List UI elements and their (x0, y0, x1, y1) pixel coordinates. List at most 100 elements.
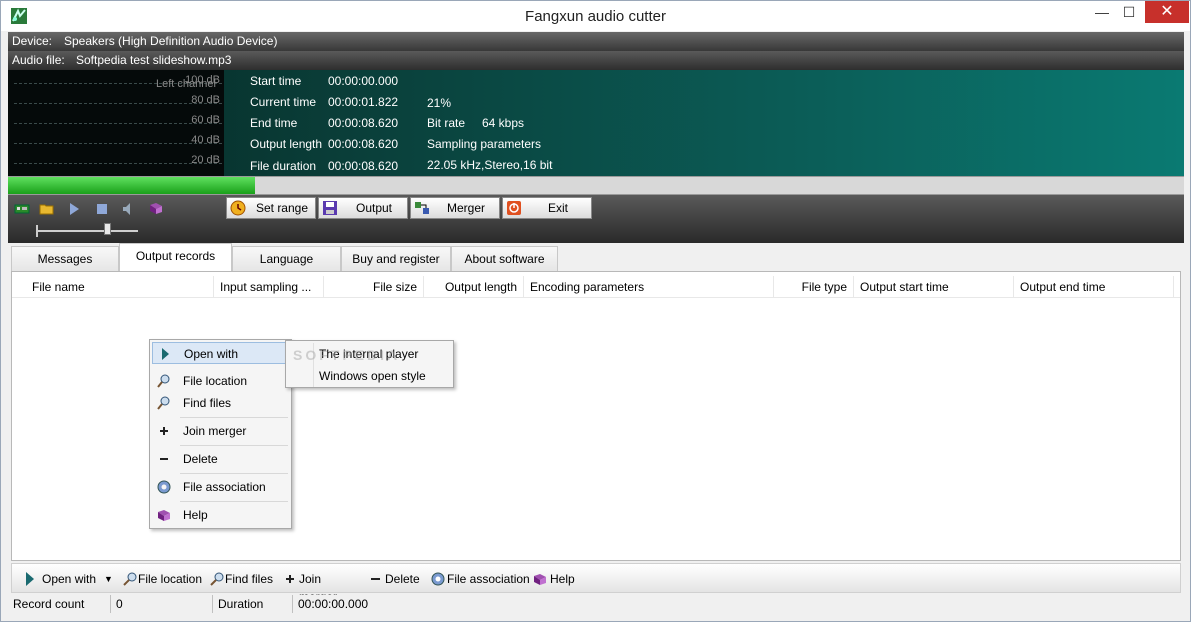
duration-label: Duration (213, 595, 293, 613)
output-button[interactable]: Output (318, 197, 408, 219)
end-time-label: End time (250, 116, 298, 130)
merger-button[interactable]: Merger (410, 197, 500, 219)
set-range-label: Set range (255, 201, 309, 215)
bottom-file-association-button[interactable]: File association (430, 570, 530, 588)
device-label: Device: (12, 34, 53, 48)
tab-language[interactable]: Language (232, 246, 341, 271)
help-book-icon[interactable] (148, 201, 164, 217)
bottom-toolbar: Open with ▼ File location Find files Joi… (11, 563, 1181, 604)
column-encoding-parameters[interactable]: Encoding parameters (524, 276, 774, 298)
gear-icon (157, 480, 171, 494)
menu-label: Delete (183, 452, 218, 466)
menu-label: Join merger (183, 424, 247, 438)
play-arrow-icon (26, 572, 34, 586)
record-count-value: 0 (111, 595, 213, 613)
bottom-open-with-button[interactable]: Open with ▼ (22, 570, 122, 588)
sound-card-icon[interactable] (14, 201, 30, 217)
tab-buy-and-register[interactable]: Buy and register (341, 246, 451, 271)
submenu-item-windows-open-style[interactable]: Windows open style (288, 365, 451, 387)
menu-item-join-merger[interactable]: Join merger (152, 420, 289, 442)
stop-icon[interactable] (94, 201, 110, 217)
sampling-label: Sampling parameters (427, 137, 542, 151)
volume-slider[interactable] (38, 230, 138, 232)
exit-label: Exit (547, 201, 568, 215)
bottom-delete-button[interactable]: Delete (368, 570, 423, 588)
output-length-label: Output length (250, 137, 323, 151)
menu-label: Help (183, 508, 208, 522)
output-label: Output (355, 201, 393, 215)
app-window: Fangxun audio cutter — ☐ ✕ Device: Speak… (0, 0, 1191, 622)
sampling-value: 22.05 kHz,Stereo,16 bit (427, 158, 553, 172)
context-menu: Open with File location Find files Join … (149, 339, 292, 529)
help-book-icon (158, 510, 170, 521)
menu-item-find-files[interactable]: Find files (152, 392, 289, 414)
start-time-label: Start time (250, 74, 302, 88)
open-folder-icon[interactable] (39, 201, 55, 217)
close-button[interactable]: ✕ (1145, 1, 1189, 23)
audio-file-label: Audio file: (12, 53, 65, 67)
bottom-label: Help (550, 572, 575, 586)
bottom-file-location-button[interactable]: File location (122, 570, 212, 588)
menu-separator (180, 445, 288, 446)
column-file-size[interactable]: File size (324, 276, 424, 298)
record-count-label: Record count (8, 595, 111, 613)
play-arrow-icon (162, 348, 169, 360)
magnifier-icon (157, 396, 170, 410)
column-output-length[interactable]: Output length (424, 276, 524, 298)
menu-item-file-location[interactable]: File location (152, 370, 289, 392)
progress-fill (8, 177, 255, 194)
menu-separator (180, 501, 288, 502)
minimize-button[interactable]: — (1087, 1, 1117, 23)
bottom-find-files-button[interactable]: Find files (209, 570, 279, 588)
bottom-label: Find files (225, 572, 274, 586)
audio-file-bar: Audio file: Softpedia test slideshow.mp3 (8, 51, 1184, 70)
bit-rate-label: Bit rate (427, 116, 466, 130)
audio-file-value: Softpedia test slideshow.mp3 (76, 53, 232, 67)
menu-item-help[interactable]: Help (152, 504, 289, 526)
channel-label: Left channel (156, 78, 216, 90)
status-bar: Record count 0 Duration 00:00:00.000 (8, 595, 1184, 613)
bottom-join-merger-button[interactable]: Join merger (282, 570, 362, 604)
plus-icon (160, 427, 168, 435)
merger-label: Merger (446, 201, 485, 215)
set-range-button[interactable]: Set range (226, 197, 316, 219)
column-file-type[interactable]: File type (774, 276, 854, 298)
volume-slider-thumb[interactable] (104, 223, 111, 235)
tab-output-records[interactable]: Output records (119, 243, 232, 271)
magnifier-icon (157, 374, 170, 388)
tab-messages[interactable]: Messages (11, 246, 119, 271)
menu-item-open-with[interactable]: Open with (152, 342, 289, 364)
meter-level: 20 dB (191, 154, 220, 166)
bottom-help-button[interactable]: Help (532, 570, 582, 588)
progress-percent: 21% (427, 96, 452, 110)
file-duration-value: 00:00:08.620 (328, 159, 399, 173)
menu-separator (180, 473, 288, 474)
chevron-down-icon[interactable]: ▼ (104, 570, 113, 588)
level-meter: 100 dB 80 dB 60 dB 40 dB 20 dB Left chan… (8, 70, 224, 176)
magnifier-icon (210, 572, 224, 586)
column-header-row: File name Input sampling ... File size O… (12, 276, 1180, 298)
minus-icon (371, 578, 380, 580)
magnifier-icon (123, 572, 137, 586)
device-value: Speakers (High Definition Audio Device) (64, 34, 278, 48)
file-duration-label: File duration (250, 159, 317, 173)
playback-progress[interactable] (8, 176, 1184, 195)
column-output-start-time[interactable]: Output start time (854, 276, 1014, 298)
bottom-label: Delete (385, 572, 420, 586)
column-output-end-time[interactable]: Output end time (1014, 276, 1174, 298)
play-icon[interactable] (66, 201, 82, 217)
column-file-name[interactable]: File name (12, 276, 214, 298)
meter-level: 40 dB (191, 134, 220, 146)
column-input-sampling[interactable]: Input sampling ... (214, 276, 324, 298)
maximize-button[interactable]: ☐ (1114, 1, 1144, 23)
volume-icon[interactable] (120, 201, 136, 217)
start-time-value: 00:00:00.000 (328, 74, 399, 88)
bottom-label: File association (447, 572, 530, 586)
tab-about-software[interactable]: About software (451, 246, 558, 271)
menu-item-delete[interactable]: Delete (152, 448, 289, 470)
meter-level: 80 dB (191, 94, 220, 106)
exit-button[interactable]: Exit (502, 197, 592, 219)
plus-icon (286, 575, 294, 583)
menu-item-file-association[interactable]: File association (152, 476, 289, 498)
menu-label: File association (183, 480, 266, 494)
